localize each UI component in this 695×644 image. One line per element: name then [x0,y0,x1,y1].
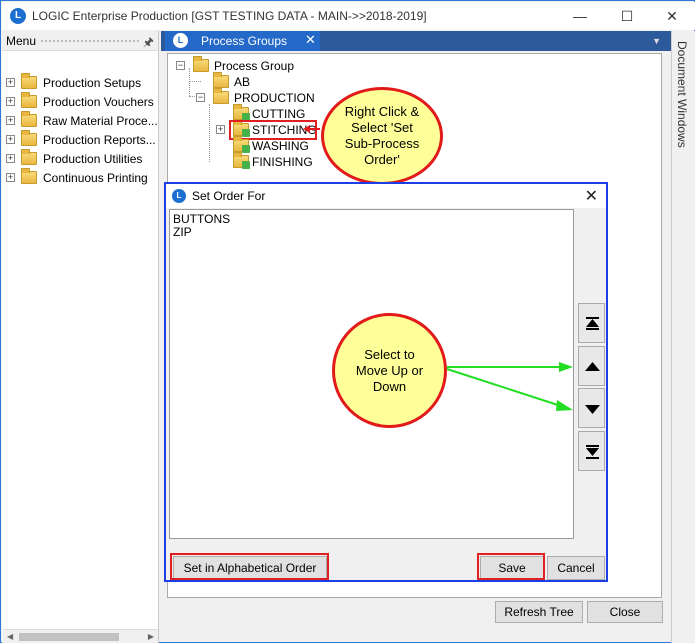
document-windows-panel[interactable]: Document Windows [671,31,695,643]
sidebar-item-label: Continuous Printing [43,171,148,185]
move-down-button[interactable] [578,388,605,428]
expand-icon[interactable]: + [6,135,15,144]
pin-icon[interactable]: 🖈 [143,33,154,54]
arrow-down-icon [585,405,600,414]
tab-label: Process Groups [201,34,288,48]
sidebar-scrollbar[interactable]: ◀ ▶ [3,629,158,643]
document-windows-label: Document Windows [675,41,689,148]
dialog-logo-icon: L [172,189,186,203]
save-highlight [477,553,545,580]
expand-icon[interactable]: + [216,125,225,134]
refresh-tree-button[interactable]: Refresh Tree [495,601,583,623]
tree-node-label: PRODUCTION [234,91,315,105]
app-logo-icon: L [10,8,26,24]
scroll-left-icon[interactable]: ◀ [7,632,13,641]
move-to-bottom-button[interactable] [578,431,605,471]
sidebar-item-label: Production Vouchers [43,95,154,109]
tab-logo-icon: L [173,33,188,48]
folder-icon [21,111,37,127]
sidebar-header: Menu 🖈 [2,31,158,51]
menu-sidebar: Menu 🖈 + Production Setups + Production … [2,31,159,643]
sidebar-item-label: Production Reports... [43,133,156,147]
alphabetical-highlight [170,553,329,580]
right-click-callout: Right Click & Select 'Set Sub-Process Or… [321,87,443,185]
folder-icon [213,72,229,88]
move-top-icon [586,317,599,330]
set-order-dialog: L Set Order For ✕ BUTTONS ZIP Set in Alp… [164,182,608,582]
collapse-icon[interactable]: − [196,93,205,102]
folder-open-icon [213,88,229,104]
scroll-right-icon[interactable]: ▶ [148,632,154,641]
move-to-top-button[interactable] [578,303,605,343]
folder-icon [21,73,37,89]
sidebar-item-label: Production Utilities [43,152,143,166]
tree-line [189,68,190,96]
expand-icon[interactable]: + [6,173,15,182]
tab-process-groups[interactable]: L Process Groups ✕ [165,31,320,51]
select-move-callout: Select to Move Up or Down [332,313,447,428]
minimize-button[interactable]: — [565,5,595,27]
expand-icon[interactable]: + [6,116,15,125]
sidebar-item-label: Production Setups [43,76,142,90]
list-item[interactable]: ZIP [173,225,192,239]
close-button[interactable]: Close [587,601,663,623]
app-window: L LOGIC Enterprise Production [GST TESTI… [0,0,695,643]
folder-icon [21,168,37,184]
folder-open-icon [193,56,209,72]
tree-node-label: AB [234,75,251,89]
stitching-highlight [229,120,317,140]
tree-line [209,104,210,162]
expand-icon[interactable]: + [6,78,15,87]
dialog-title: Set Order For [192,189,266,203]
close-window-button[interactable]: ✕ [657,5,687,27]
sidebar-item-label: Raw Material Proce... [43,114,158,128]
collapse-icon[interactable]: − [176,61,185,70]
expand-icon[interactable]: + [6,154,15,163]
folder-icon [21,149,37,165]
tab-close-icon[interactable]: ✕ [305,32,316,48]
tree-node-label: Process Group [214,59,295,73]
folder-icon [21,130,37,146]
grip-icon[interactable] [40,39,140,43]
arrow-up-icon [585,362,600,371]
expand-icon[interactable]: + [6,97,15,106]
tree-node-label: CUTTING [252,107,306,121]
document-tab-bar: L Process Groups ✕ ▼ [161,31,671,51]
process-folder-icon [233,136,250,153]
dialog-title-bar: L Set Order For ✕ [166,184,606,208]
sidebar-title: Menu [6,34,37,48]
tree-node-label: FINISHING [252,155,313,169]
cancel-button[interactable]: Cancel [547,556,605,580]
dialog-close-icon[interactable]: ✕ [585,186,598,206]
tab-dropdown-icon[interactable]: ▼ [652,36,661,46]
process-folder-icon [233,152,250,169]
move-bottom-icon [586,445,599,459]
process-folder-icon [233,104,250,121]
move-up-button[interactable] [578,346,605,386]
tree-node-label: WASHING [252,139,309,153]
maximize-button[interactable]: ☐ [612,5,642,27]
scrollbar-thumb[interactable] [19,633,119,641]
callout-text: Select to Move Up or Down [355,346,424,394]
callout-text: Right Click & Select 'Set Sub-Process Or… [344,104,420,167]
window-title: LOGIC Enterprise Production [GST TESTING… [32,9,427,23]
list-item[interactable]: BUTTONS [173,212,230,226]
tree-line [189,81,201,82]
title-bar: L LOGIC Enterprise Production [GST TESTI… [2,2,695,30]
folder-icon [21,92,37,108]
